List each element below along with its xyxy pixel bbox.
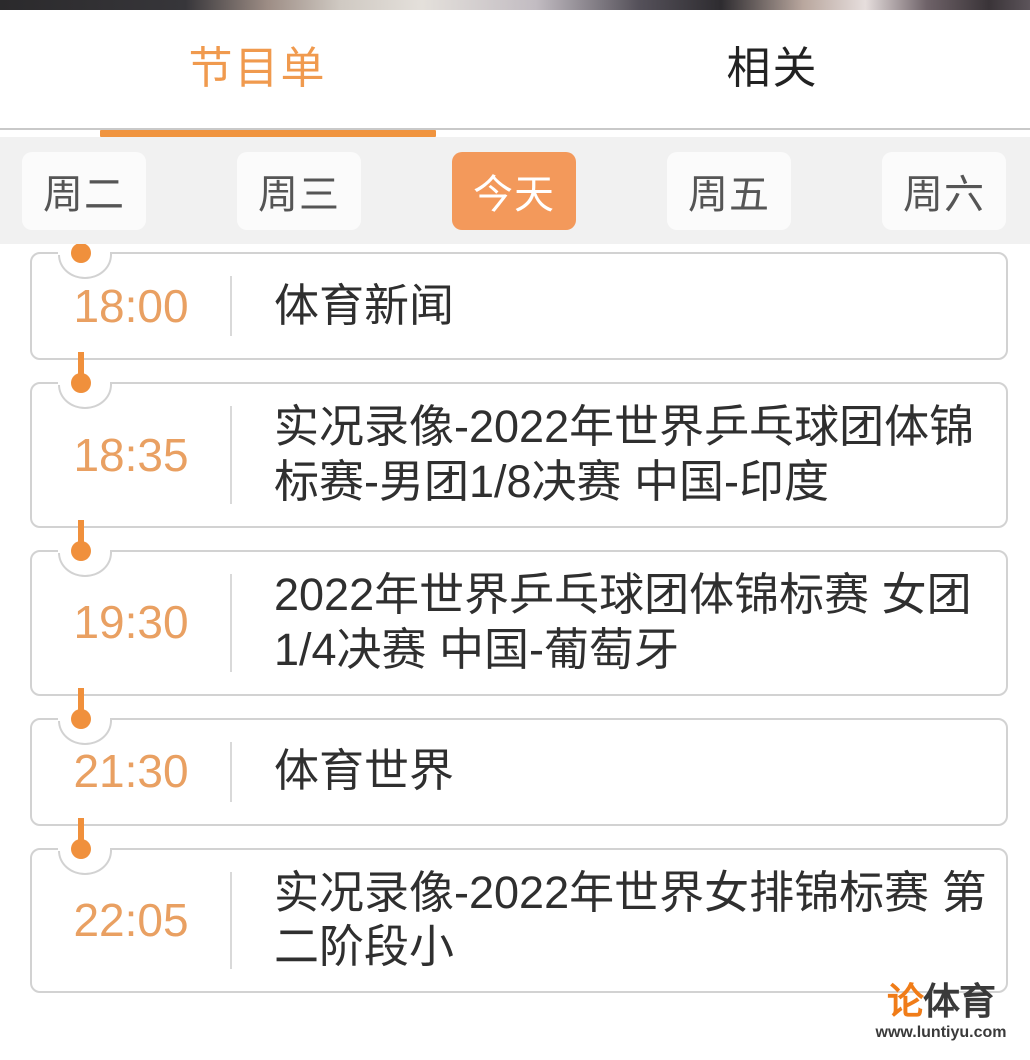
tab-active-underline xyxy=(100,130,436,137)
tab-schedule-label: 节目单 xyxy=(188,44,327,93)
program-time: 21:30 xyxy=(73,745,189,798)
program-time: 22:05 xyxy=(73,894,189,947)
watermark-url: www.luntiyu.com xyxy=(875,1024,1007,1041)
tab-related-label: 相关 xyxy=(726,44,819,93)
timeline-dot-icon xyxy=(71,838,91,859)
day-chip-fri-label: 周五 xyxy=(688,172,770,217)
program-card: 22:05 实况录像-2022年世界女排锦标赛 第二阶段小 xyxy=(30,847,1008,994)
program-row[interactable]: 21:30 体育世界 xyxy=(30,687,1008,826)
day-chip-sat-label: 周六 xyxy=(903,172,985,217)
program-time: 18:35 xyxy=(73,428,189,481)
day-chip-wed-label: 周三 xyxy=(258,172,340,217)
timeline-dot-icon xyxy=(71,373,91,393)
program-card: 18:00 体育新闻 xyxy=(30,252,1008,360)
program-title: 实况录像-2022年世界乒乓球团体锦标赛-男团1/8决赛 中国-印度 xyxy=(274,401,975,507)
program-row[interactable]: 18:35 实况录像-2022年世界乒乓球团体锦标赛-男团1/8决赛 中国-印度 xyxy=(30,352,1008,528)
day-chip-sat[interactable]: 周六 xyxy=(882,151,1006,230)
program-schedule-screen: 节目单 相关 周二 周三 今天 周五 周六 18:00 体育新闻 18:35 实… xyxy=(0,0,1030,1060)
program-card: 18:35 实况录像-2022年世界乒乓球团体锦标赛-男团1/8决赛 中国-印度 xyxy=(30,382,1008,528)
day-chip-fri[interactable]: 周五 xyxy=(667,151,791,230)
timeline-dot-icon xyxy=(71,244,91,263)
program-list[interactable]: 18:00 体育新闻 18:35 实况录像-2022年世界乒乓球团体锦标赛-男团… xyxy=(0,244,1030,1060)
day-chip-wed[interactable]: 周三 xyxy=(237,151,361,230)
watermark-logo: 论体育 xyxy=(870,983,1012,1020)
tab-schedule[interactable]: 节目单 xyxy=(0,47,515,91)
program-title: 实况录像-2022年世界女排锦标赛 第二阶段小 xyxy=(274,866,987,973)
program-title: 2022年世界乒乓球团体锦标赛 女团1/4决赛 中国-葡萄牙 xyxy=(274,568,972,675)
day-chip-today-label: 今天 xyxy=(473,172,555,217)
site-watermark: 论体育 www.luntiyu.com xyxy=(870,983,1012,1042)
timeline-dot-icon xyxy=(71,540,91,561)
tab-related[interactable]: 相关 xyxy=(515,47,1030,91)
timeline-dot-icon xyxy=(71,708,91,729)
watermark-word: 体育 xyxy=(923,981,996,1022)
program-card: 19:30 2022年世界乒乓球团体锦标赛 女团1/4决赛 中国-葡萄牙 xyxy=(30,549,1008,696)
program-card: 21:30 体育世界 xyxy=(30,717,1008,826)
program-title: 体育世界 xyxy=(274,745,455,797)
program-time: 18:00 xyxy=(73,279,189,332)
program-row[interactable]: 18:00 体育新闻 xyxy=(30,244,1008,360)
day-chip-tue-label: 周二 xyxy=(43,172,125,217)
day-selector: 周二 周三 今天 周五 周六 xyxy=(0,137,1030,244)
banner-photo-sliver xyxy=(0,0,1030,10)
watermark-logo-char: 论 xyxy=(887,981,924,1022)
day-chip-tue[interactable]: 周二 xyxy=(22,151,146,230)
tab-bar: 节目单 相关 xyxy=(0,10,1030,128)
program-title: 体育新闻 xyxy=(274,279,455,331)
day-chip-today[interactable]: 今天 xyxy=(452,151,576,230)
program-time: 19:30 xyxy=(73,596,189,649)
program-row[interactable]: 22:05 实况录像-2022年世界女排锦标赛 第二阶段小 xyxy=(30,817,1008,994)
program-row[interactable]: 19:30 2022年世界乒乓球团体锦标赛 女团1/4决赛 中国-葡萄牙 xyxy=(30,519,1008,696)
